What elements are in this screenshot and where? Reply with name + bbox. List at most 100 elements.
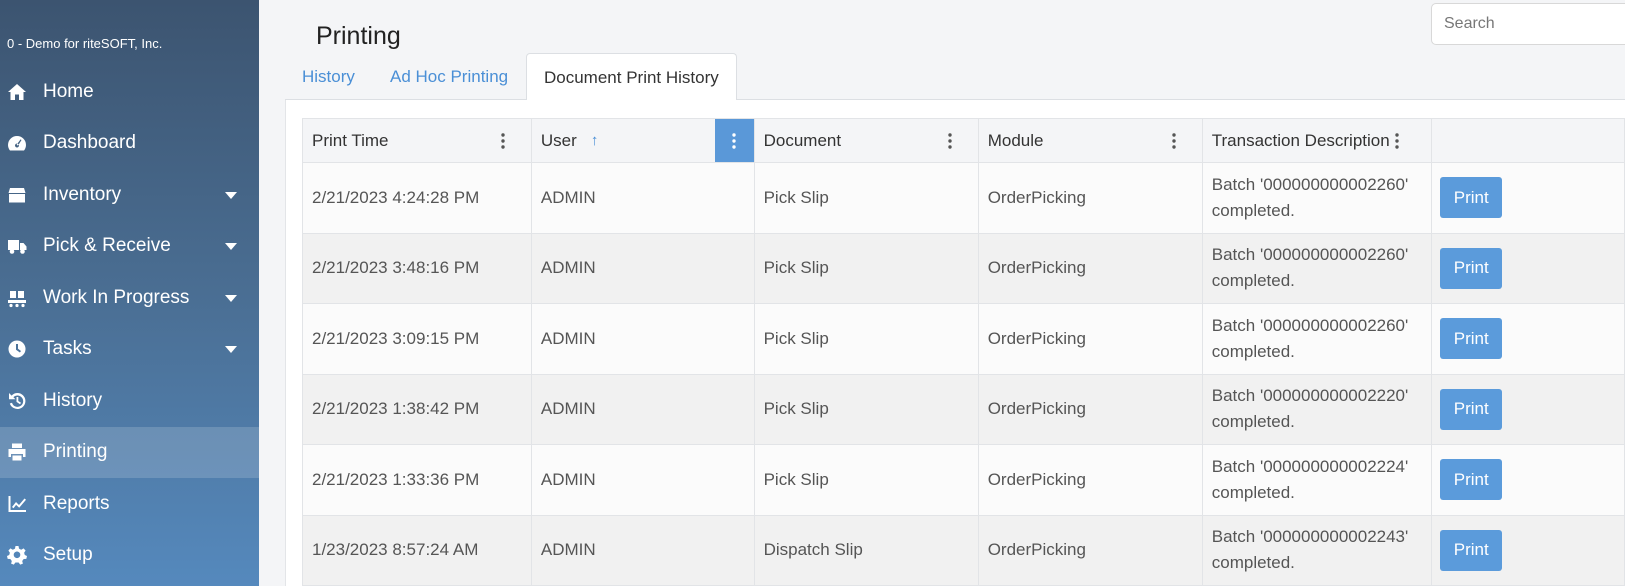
- cell-actions: Print: [1431, 373, 1625, 445]
- cell-user: ADMIN: [530, 514, 755, 586]
- cell-user: ADMIN: [530, 232, 755, 304]
- cell-user: ADMIN: [530, 444, 755, 516]
- cell-document: Pick Slip: [753, 444, 979, 516]
- sidebar-item-label: Home: [43, 80, 94, 102]
- print-button[interactable]: Print: [1440, 459, 1503, 501]
- cell-description: Batch '000000000002260' completed.: [1201, 232, 1433, 304]
- print-button[interactable]: Print: [1440, 388, 1503, 430]
- chevron-down-icon: [225, 191, 237, 199]
- sidebar-item-printing[interactable]: Printing: [0, 426, 259, 478]
- sidebar-nav: Home Dashboard Inventory Pick & Receive: [0, 66, 259, 581]
- sidebar-item-label: Reports: [43, 492, 110, 514]
- sidebar-item-inventory[interactable]: Inventory: [0, 169, 259, 221]
- sidebar: 0 - Demo for riteSOFT, Inc. Home Dashboa…: [0, 0, 259, 586]
- cell-description: Batch '000000000002243' completed.: [1201, 514, 1433, 586]
- column-header-label: Print Time: [312, 130, 389, 150]
- sidebar-item-pick-receive[interactable]: Pick & Receive: [0, 221, 259, 273]
- column-menu-icon[interactable]: [493, 120, 513, 162]
- sidebar-item-label: Dashboard: [43, 132, 136, 154]
- tab-history[interactable]: History: [285, 53, 372, 100]
- sidebar-item-home[interactable]: Home: [0, 66, 259, 118]
- tab-bar: History Ad Hoc Printing Document Print H…: [285, 53, 1625, 101]
- cell-actions: Print: [1431, 514, 1625, 586]
- box-icon: [6, 184, 28, 206]
- home-icon: [6, 81, 28, 103]
- sidebar-item-work-in-progress[interactable]: Work In Progress: [0, 272, 259, 324]
- column-menu-icon[interactable]: [1164, 120, 1184, 162]
- table-row: 1/23/2023 8:57:24 AM ADMIN Dispatch Slip…: [302, 514, 1625, 586]
- cell-print-time: 2/21/2023 1:33:36 PM: [302, 444, 532, 516]
- cell-print-time: 2/21/2023 3:48:16 PM: [302, 232, 532, 304]
- sidebar-item-setup[interactable]: Setup: [0, 530, 259, 582]
- table-row: 2/21/2023 1:38:42 PM ADMIN Pick Slip Ord…: [302, 373, 1625, 445]
- sidebar-item-label: History: [43, 389, 103, 411]
- column-header-label: Transaction Description: [1211, 130, 1390, 150]
- tab-document-print-history[interactable]: Document Print History: [526, 53, 737, 101]
- dashboard-icon: [6, 132, 28, 154]
- chart-icon: [6, 493, 28, 515]
- cell-actions: Print: [1431, 232, 1625, 304]
- chevron-down-icon: [225, 346, 237, 354]
- tab-ad-hoc-printing[interactable]: Ad Hoc Printing: [373, 53, 525, 100]
- column-header-user[interactable]: User ↑: [530, 118, 755, 163]
- cell-module: OrderPicking: [977, 162, 1203, 234]
- column-menu-icon[interactable]: [940, 120, 960, 162]
- sidebar-item-label: Pick & Receive: [43, 235, 171, 257]
- cell-description: Batch '000000000002260' completed.: [1201, 162, 1433, 234]
- cell-print-time: 1/23/2023 8:57:24 AM: [302, 514, 532, 586]
- column-menu-icon[interactable]: [1387, 120, 1407, 162]
- column-header-label: Document: [763, 130, 842, 150]
- table-row: 2/21/2023 1:33:36 PM ADMIN Pick Slip Ord…: [302, 444, 1625, 516]
- sidebar-item-label: Printing: [43, 441, 108, 463]
- printer-icon: [6, 441, 28, 463]
- cell-actions: Print: [1431, 303, 1625, 375]
- cell-module: OrderPicking: [977, 444, 1203, 516]
- column-header-transaction-description[interactable]: Transaction Description: [1201, 118, 1433, 163]
- column-header-module[interactable]: Module: [977, 118, 1203, 163]
- sidebar-item-history[interactable]: History: [0, 375, 259, 427]
- cell-description: Batch '000000000002224' completed.: [1201, 444, 1433, 516]
- sidebar-item-label: Inventory: [43, 183, 122, 205]
- column-header-document[interactable]: Document: [753, 118, 979, 163]
- sidebar-item-reports[interactable]: Reports: [0, 478, 259, 530]
- cell-description: Batch '000000000002260' completed.: [1201, 303, 1433, 375]
- cell-module: OrderPicking: [977, 303, 1203, 375]
- sidebar-item-label: Setup: [43, 544, 93, 566]
- conveyor-icon: [6, 287, 28, 309]
- cell-print-time: 2/21/2023 1:38:42 PM: [302, 373, 532, 445]
- page-title: Printing: [316, 22, 401, 50]
- truck-icon: [6, 235, 28, 257]
- table-row: 2/21/2023 4:24:28 PM ADMIN Pick Slip Ord…: [302, 162, 1625, 234]
- print-history-table: Print Time User ↑ Document Module Transac…: [302, 118, 1625, 586]
- sidebar-item-dashboard[interactable]: Dashboard: [0, 118, 259, 170]
- print-button[interactable]: Print: [1440, 318, 1503, 360]
- cell-document: Pick Slip: [753, 162, 979, 234]
- gear-icon: [6, 544, 28, 566]
- column-menu-icon[interactable]: [714, 119, 754, 162]
- cell-user: ADMIN: [530, 303, 755, 375]
- chevron-down-icon: [225, 294, 237, 302]
- table-header-row: Print Time User ↑ Document Module Transac…: [302, 118, 1625, 163]
- column-header-actions: [1431, 118, 1625, 163]
- sidebar-item-label: Tasks: [43, 338, 92, 360]
- cell-actions: Print: [1431, 162, 1625, 234]
- search-input[interactable]: [1431, 3, 1625, 45]
- cell-document: Dispatch Slip: [753, 514, 979, 586]
- print-button[interactable]: Print: [1440, 529, 1503, 571]
- sidebar-item-tasks[interactable]: Tasks: [0, 324, 259, 376]
- cell-document: Pick Slip: [753, 303, 979, 375]
- sort-ascending-icon: ↑: [590, 131, 599, 149]
- cell-document: Pick Slip: [753, 232, 979, 304]
- column-header-print-time[interactable]: Print Time: [302, 118, 532, 163]
- chevron-down-icon: [225, 243, 237, 251]
- history-icon: [6, 390, 28, 412]
- cell-document: Pick Slip: [753, 373, 979, 445]
- table-row: 2/21/2023 3:09:15 PM ADMIN Pick Slip Ord…: [302, 303, 1625, 375]
- print-button[interactable]: Print: [1440, 247, 1503, 289]
- company-name: 0 - Demo for riteSOFT, Inc.: [7, 36, 163, 51]
- cell-print-time: 2/21/2023 3:09:15 PM: [302, 303, 532, 375]
- print-button[interactable]: Print: [1440, 177, 1503, 219]
- table-row: 2/21/2023 3:48:16 PM ADMIN Pick Slip Ord…: [302, 232, 1625, 304]
- cell-print-time: 2/21/2023 4:24:28 PM: [302, 162, 532, 234]
- cell-module: OrderPicking: [977, 232, 1203, 304]
